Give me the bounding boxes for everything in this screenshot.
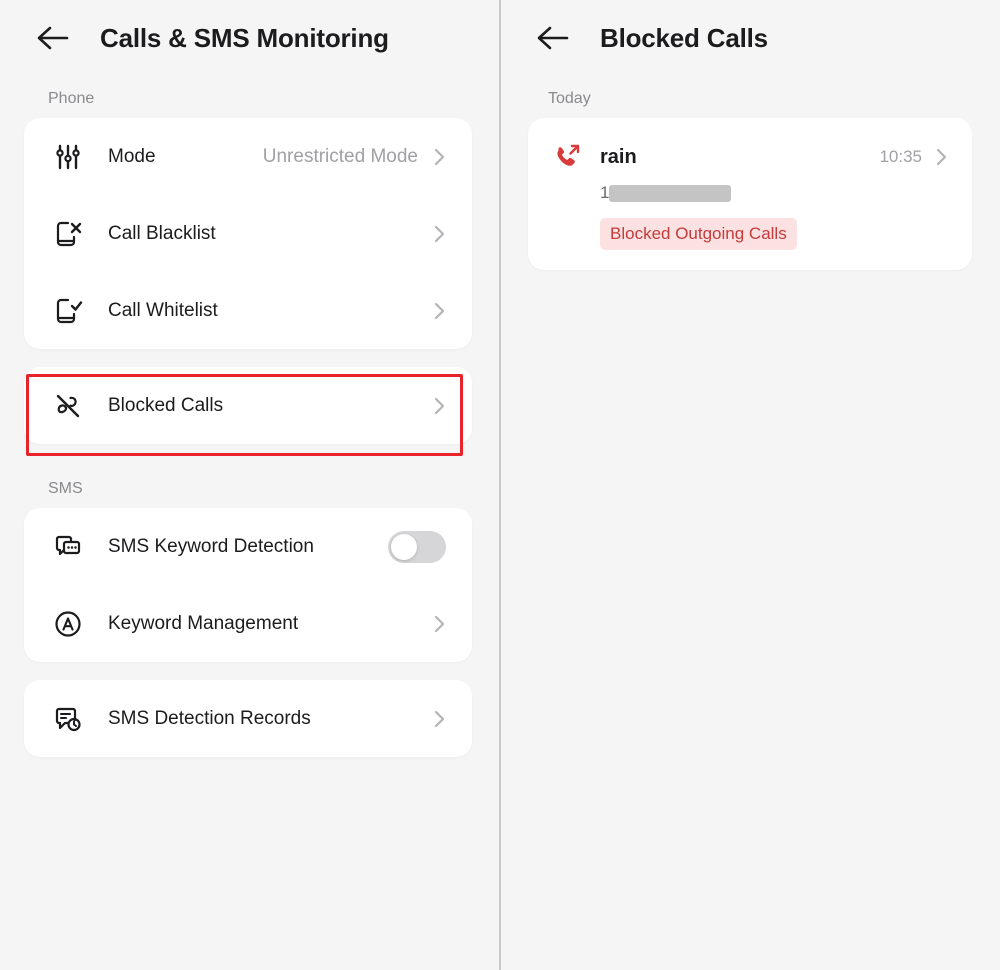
call-number-prefix: 1 (600, 183, 610, 202)
call-record-top-row: rain 10:35 (550, 140, 950, 174)
chevron-right-icon (432, 143, 448, 171)
row-value-mode: Unrestricted Mode (262, 145, 418, 167)
phone-settings-card: Mode Unrestricted Mode Call Blacklist Ca… (24, 118, 472, 349)
right-panel-blocked-calls: Blocked Calls Today rain 10:35 1 Blocked… (500, 0, 1000, 970)
panel-divider (499, 0, 501, 970)
sliders-icon (48, 137, 88, 177)
section-label-sms: SMS (48, 480, 83, 497)
chevron-right-icon (432, 705, 448, 733)
chat-clock-icon (48, 699, 88, 739)
sms-settings-card: SMS Keyword Detection Keyword Management (24, 508, 472, 662)
row-call-whitelist[interactable]: Call Whitelist (24, 272, 472, 349)
arrow-left-icon (35, 25, 71, 51)
phone-off-icon (48, 386, 88, 426)
sms-records-card: SMS Detection Records (24, 680, 472, 757)
call-number-line: 1 (600, 182, 950, 204)
chevron-right-icon (432, 297, 448, 325)
group-label-today: Today (548, 90, 591, 107)
row-mode[interactable]: Mode Unrestricted Mode (24, 118, 472, 195)
row-call-blacklist[interactable]: Call Blacklist (24, 195, 472, 272)
status-badge-blocked-outgoing: Blocked Outgoing Calls (600, 218, 797, 250)
call-time: 10:35 (879, 147, 922, 166)
row-label-call-blacklist: Call Blacklist (108, 222, 216, 244)
section-label-phone: Phone (48, 90, 95, 107)
toggle-knob (391, 533, 417, 560)
left-panel-calls-sms-monitoring: Calls & SMS Monitoring Phone Mode Unrest… (0, 0, 500, 970)
page-title-left: Calls & SMS Monitoring (100, 22, 389, 53)
row-label-blocked-calls: Blocked Calls (108, 394, 224, 416)
toggle-sms-keyword-detection[interactable] (388, 530, 446, 563)
chevron-right-icon (432, 610, 448, 638)
page-title-right: Blocked Calls (600, 22, 768, 53)
app-screen: Calls & SMS Monitoring Phone Mode Unrest… (0, 0, 1000, 970)
phone-check-icon (48, 291, 88, 331)
row-label-sms-keyword-detection: SMS Keyword Detection (108, 535, 314, 557)
call-contact-name: rain (600, 145, 637, 168)
right-header: Blocked Calls (500, 0, 1000, 76)
chat-dots-icon (48, 527, 88, 567)
row-label-keyword-management: Keyword Management (108, 612, 299, 634)
chevron-right-icon (934, 143, 950, 171)
chevron-right-icon (432, 392, 448, 420)
row-sms-keyword-detection[interactable]: SMS Keyword Detection (24, 508, 472, 585)
chevron-right-icon (432, 220, 448, 248)
arrow-left-icon (535, 25, 571, 51)
redaction-bar (609, 184, 732, 202)
row-label-mode: Mode (108, 145, 156, 167)
row-blocked-calls[interactable]: Blocked Calls (24, 367, 472, 444)
row-label-call-whitelist: Call Whitelist (108, 299, 218, 321)
back-button-left[interactable] (32, 17, 74, 59)
row-keyword-management[interactable]: Keyword Management (24, 585, 472, 662)
blocked-call-record[interactable]: rain 10:35 1 Blocked Outgoing Calls (528, 118, 972, 270)
phone-x-icon (48, 214, 88, 254)
row-sms-detection-records[interactable]: SMS Detection Records (24, 680, 472, 757)
circle-a-icon (48, 604, 88, 644)
left-header: Calls & SMS Monitoring (0, 0, 500, 76)
phone-outgoing-icon (550, 140, 584, 174)
blocked-calls-card: Blocked Calls (24, 367, 472, 444)
row-label-sms-detection-records: SMS Detection Records (108, 707, 311, 729)
back-button-right[interactable] (532, 17, 574, 59)
